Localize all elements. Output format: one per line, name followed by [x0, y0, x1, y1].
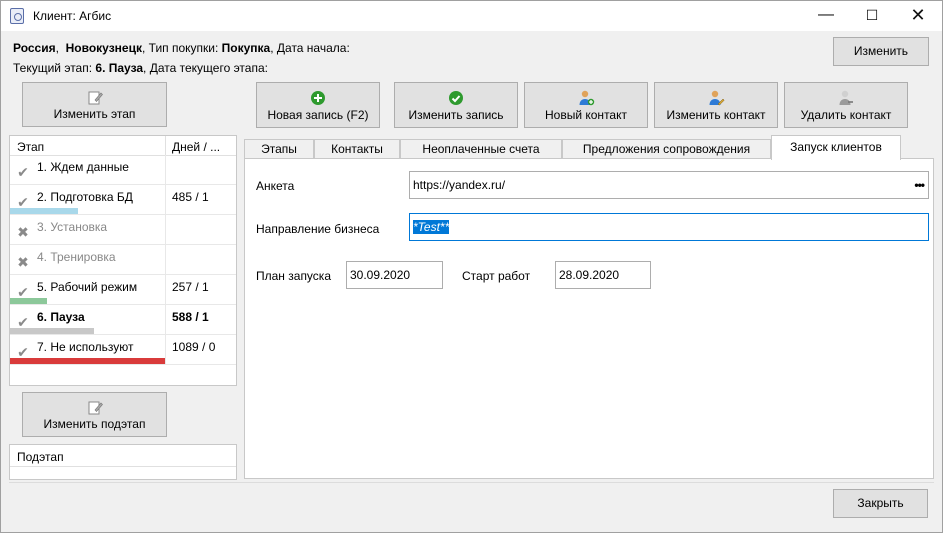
- toolbar-button-label: Новый контакт: [545, 108, 627, 122]
- change-stage-label: Изменить этап: [53, 107, 136, 121]
- toolbar-button-label: Удалить контакт: [800, 108, 892, 122]
- change-substage-label: Изменить подэтап: [43, 417, 146, 431]
- stage-duration-bar: [10, 298, 47, 304]
- stages-table[interactable]: Этап Дней / ... ✔ 1. Ждем данные ✔ 2. Подго…: [9, 135, 237, 386]
- minimize-icon[interactable]: —: [803, 1, 849, 31]
- stage-row[interactable]: ✔ 2. Подготовка БД 485 / 1: [10, 185, 236, 215]
- info-separator: ,: [55, 41, 59, 55]
- work-start-field[interactable]: 28.09.2020: [555, 261, 651, 289]
- stage-edit-icon: [88, 91, 103, 105]
- toolbar-button-label: Изменить запись: [408, 108, 504, 122]
- close-icon[interactable]: ✕: [895, 1, 941, 31]
- stage-name: 5. Рабочий режим: [37, 280, 138, 294]
- stage-name: 6. Пауза: [37, 310, 85, 324]
- business-direction-value: *Test**: [413, 220, 450, 234]
- stage-row[interactable]: ✔ 1. Ждем данные: [10, 155, 236, 185]
- close-button[interactable]: Закрыть: [833, 489, 928, 518]
- toolbar-button-plus-circle[interactable]: Новая запись (F2): [256, 82, 380, 128]
- user-remove-icon: [839, 90, 853, 105]
- title-bar: Клиент: Агбис — ☐ ✕: [1, 1, 942, 31]
- anketa-label: Анкета: [256, 179, 295, 193]
- launch-plan-field[interactable]: 30.09.2020: [346, 261, 443, 289]
- stage-days: 1089 / 0: [172, 340, 216, 354]
- change-substage-button[interactable]: Изменить подэтап: [22, 392, 167, 437]
- change-button[interactable]: Изменить: [833, 37, 929, 66]
- stage-days: 588 / 1: [172, 310, 209, 324]
- purchase-type-label: , Тип покупки:: [141, 41, 219, 55]
- window-title: Клиент: Агбис: [33, 9, 112, 23]
- client-window: Клиент: Агбис — ☐ ✕ Россия, Новокузнецк,…: [0, 0, 943, 533]
- current-stage-label: Текущий этап:: [13, 61, 93, 75]
- bottom-divider: [9, 482, 934, 483]
- stage-name: 2. Подготовка БД: [37, 190, 133, 204]
- work-start-label: Старт работ: [462, 269, 531, 283]
- stage-row[interactable]: ✖ 3. Установка: [10, 215, 236, 245]
- country-value: Россия: [13, 41, 56, 55]
- check-icon: ✔: [17, 284, 29, 300]
- check-icon: ✔: [17, 164, 29, 180]
- toolbar-button-user-edit[interactable]: Изменить контакт: [654, 82, 778, 128]
- cross-icon: ✖: [17, 254, 29, 270]
- toolbar-button-label: Изменить контакт: [666, 108, 766, 122]
- tab-stages[interactable]: Этапы: [244, 139, 314, 159]
- app-icon: [10, 8, 24, 24]
- stage-info-line: Текущий этап: 6. Пауза, Дата текущего эт…: [13, 61, 268, 75]
- current-stage-value: 6. Пауза: [95, 61, 144, 75]
- substage-column-header[interactable]: Подэтап: [17, 450, 64, 464]
- stage-name: 1. Ждем данные: [37, 160, 129, 174]
- business-direction-label: Направление бизнеса: [256, 222, 380, 236]
- tab-client-launch[interactable]: Запуск клиентов: [771, 135, 901, 160]
- toolbar-button-label: Новая запись (F2): [267, 108, 369, 122]
- client-info-line: Россия, Новокузнецк, Тип покупки: Покупк…: [13, 41, 350, 55]
- substage-table[interactable]: Подэтап: [9, 444, 237, 480]
- stage-row[interactable]: ✔ 6. Пауза 588 / 1: [10, 305, 236, 335]
- cross-icon: ✖: [17, 224, 29, 240]
- stage-row[interactable]: ✖ 4. Тренировка: [10, 245, 236, 275]
- maximize-icon[interactable]: ☐: [849, 1, 895, 31]
- substage-edit-icon: [88, 401, 103, 415]
- stage-days: 485 / 1: [172, 190, 209, 204]
- stage-name: 7. Не используют: [37, 340, 134, 354]
- check-icon: ✔: [17, 314, 29, 330]
- toolbar-button-user-add[interactable]: Новый контакт: [524, 82, 648, 128]
- stage-row[interactable]: ✔ 5. Рабочий режим 257 / 1: [10, 275, 236, 305]
- tab-content-client-launch: Анкета https://yandex.ru/ ••• Направлени…: [244, 158, 934, 479]
- plus-circle-icon: [311, 91, 325, 105]
- launch-plan-label: План запуска: [256, 269, 331, 283]
- user-add-icon: [579, 90, 595, 106]
- check-icon: ✔: [17, 344, 29, 360]
- anketa-field[interactable]: https://yandex.ru/ •••: [409, 171, 929, 199]
- stage-name: 3. Установка: [37, 220, 108, 234]
- substage-table-header: Подэтап: [10, 445, 236, 467]
- stage-date-label: , Дата текущего этапа:: [143, 61, 268, 75]
- change-stage-button[interactable]: Изменить этап: [22, 82, 167, 127]
- stage-column-header[interactable]: Этап: [17, 140, 44, 154]
- toolbar-button-user-remove[interactable]: Удалить контакт: [784, 82, 908, 128]
- check-circle-icon: [449, 91, 463, 105]
- tab-contacts[interactable]: Контакты: [314, 139, 400, 159]
- start-date-label: , Дата начала:: [270, 41, 350, 55]
- toolbar-button-check-circle[interactable]: Изменить запись: [394, 82, 518, 128]
- days-column-header[interactable]: Дней / ...: [172, 140, 220, 154]
- stages-table-header: Этап Дней / ...: [10, 136, 236, 156]
- stage-row[interactable]: ✔ 7. Не используют 1089 / 0: [10, 335, 236, 365]
- ellipsis-button[interactable]: •••: [914, 172, 925, 198]
- tab-unpaid-invoices[interactable]: Неоплаченные счета: [400, 139, 562, 159]
- check-icon: ✔: [17, 194, 29, 210]
- anketa-value: https://yandex.ru/: [413, 178, 506, 192]
- user-edit-icon: [709, 90, 725, 106]
- business-direction-field[interactable]: *Test**: [409, 213, 929, 241]
- stage-duration-bar: [10, 328, 94, 334]
- stage-name: 4. Тренировка: [37, 250, 116, 264]
- stage-duration-bar: [10, 358, 165, 364]
- stage-duration-bar: [10, 208, 78, 214]
- tab-support-offers[interactable]: Предложения сопровождения: [562, 139, 771, 159]
- city-value: Новокузнецк: [65, 41, 142, 55]
- stage-days: 257 / 1: [172, 280, 209, 294]
- purchase-type-value: Покупка: [221, 41, 271, 55]
